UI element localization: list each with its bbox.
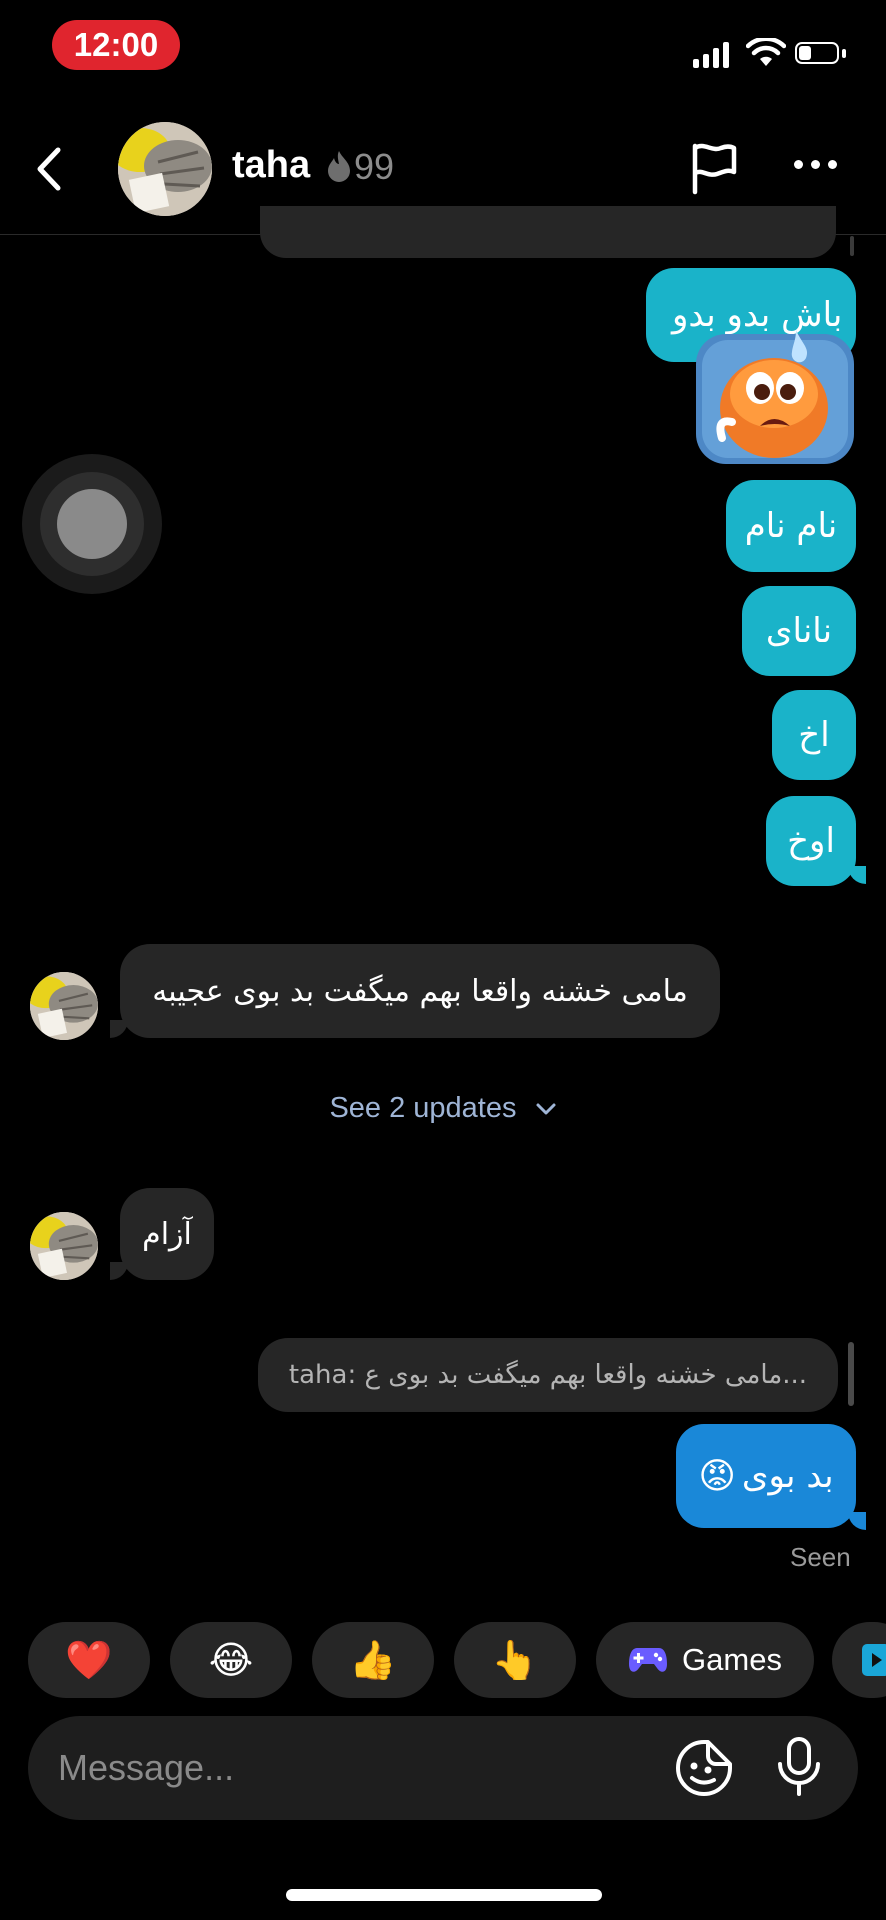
- sent-message-text: نام نام: [744, 506, 838, 546]
- quick-reaction-point-up[interactable]: 👆: [454, 1622, 576, 1698]
- received-message-bubble[interactable]: مامی خشنه واقعا بهم میگفت بد بوی عجیبه: [120, 944, 720, 1038]
- see-updates-link[interactable]: See 2 updates: [0, 1092, 886, 1125]
- received-message-text: آزام: [142, 1216, 192, 1252]
- back-chevron-icon[interactable]: [34, 146, 64, 192]
- bubble-tail: [110, 1020, 128, 1038]
- sent-message-bubble[interactable]: نام نام: [726, 480, 856, 572]
- pointing-up-icon: 👆: [491, 1637, 539, 1682]
- assistive-touch-button[interactable]: [22, 454, 162, 594]
- sent-message-text: اخ: [798, 715, 830, 755]
- streak-indicator: 99: [326, 146, 394, 188]
- battery-cap: [842, 49, 846, 58]
- reply-message-bubble[interactable]: 😡 بد بوی: [676, 1424, 856, 1528]
- received-message-bubble[interactable]: آزام: [120, 1188, 214, 1280]
- game-controller-icon: [629, 1648, 668, 1672]
- sticker-icon[interactable]: [674, 1738, 734, 1798]
- cellular-signal-icon: [693, 40, 729, 68]
- reply-quote-text: taha: مامی خشنه واقعا بهم میگفت بد بوی ع…: [288, 1360, 808, 1390]
- wifi-icon: [746, 38, 786, 66]
- reply-indicator-bar: [848, 1342, 854, 1406]
- laughing-face-icon: 😂: [208, 1638, 254, 1682]
- status-time: 12:00: [52, 20, 180, 70]
- games-label: Games: [682, 1642, 782, 1677]
- bubble-tail: [848, 1512, 866, 1530]
- bubble-tail: [848, 866, 866, 884]
- contact-avatar[interactable]: [118, 122, 212, 216]
- message-input[interactable]: [58, 1748, 598, 1788]
- streak-count: 99: [354, 146, 395, 187]
- reply-message-text: بد بوی: [741, 1456, 834, 1496]
- sender-avatar[interactable]: [30, 1212, 98, 1280]
- sent-message-text: اوخ: [787, 821, 835, 861]
- bubble-tail: [110, 1262, 128, 1280]
- flag-report-icon[interactable]: [690, 142, 740, 196]
- contact-name[interactable]: taha: [232, 144, 310, 187]
- heart-icon: ❤️: [65, 1637, 113, 1682]
- more-reactions-chip[interactable]: [832, 1622, 886, 1698]
- sent-message-bubble[interactable]: نانای: [742, 586, 856, 676]
- received-message-text: مامی خشنه واقعا بهم میگفت بد بوی عجیبه: [152, 973, 688, 1009]
- quick-reaction-heart[interactable]: ❤️: [28, 1622, 150, 1698]
- chevron-down-icon: [536, 1103, 556, 1115]
- more-options-icon[interactable]: [794, 160, 837, 169]
- worried-sticker-icon: [696, 330, 854, 464]
- seen-status: Seen: [790, 1542, 851, 1572]
- sent-message-text: نانای: [765, 611, 833, 651]
- games-button[interactable]: Games: [596, 1622, 814, 1698]
- home-indicator: [286, 1889, 602, 1901]
- sent-message-bubble[interactable]: اوخ: [766, 796, 856, 886]
- quick-reaction-laugh[interactable]: 😂: [170, 1622, 292, 1698]
- thumbs-up-icon: 👍: [349, 1637, 397, 1682]
- battery-icon: [795, 42, 839, 64]
- microphone-icon[interactable]: [772, 1736, 826, 1798]
- quick-reaction-thumbs-up[interactable]: 👍: [312, 1622, 434, 1698]
- reply-quote-bubble[interactable]: taha: مامی خشنه واقعا بهم میگفت بد بوی ع…: [258, 1338, 838, 1412]
- sent-message-bubble[interactable]: اخ: [772, 690, 856, 780]
- see-updates-label: See 2 updates: [329, 1092, 517, 1124]
- previous-message-bubble: [260, 206, 836, 258]
- flame-icon: [328, 151, 350, 182]
- reply-emoji: 😡: [698, 1455, 736, 1497]
- reply-indicator-line: [850, 236, 854, 256]
- play-icon: [862, 1644, 886, 1676]
- sender-avatar[interactable]: [30, 972, 98, 1040]
